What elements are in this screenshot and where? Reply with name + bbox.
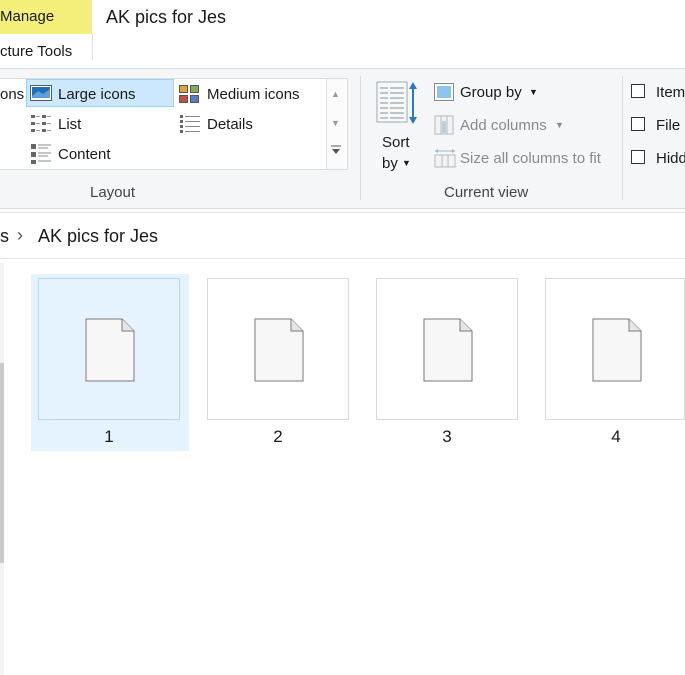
navigation-pane-scroll-thumb[interactable] — [0, 363, 4, 563]
breadcrumb-parent-partial[interactable]: s — [0, 226, 9, 247]
add-columns-button[interactable]: Add columns — [460, 117, 547, 134]
manage-tab-label[interactable]: Manage — [0, 8, 54, 25]
file-icon — [423, 318, 473, 387]
item-checkboxes-label[interactable]: Item — [656, 84, 685, 101]
picture-tools-label: cture Tools — [0, 43, 73, 60]
content-icon — [30, 143, 52, 170]
divider — [360, 76, 361, 200]
layout-group-label: Layout — [90, 184, 136, 201]
file-tile[interactable]: 1 — [38, 278, 180, 446]
gallery-more-icon[interactable] — [329, 143, 343, 161]
sort-by-label-line1[interactable]: Sort — [382, 134, 410, 151]
sort-by-dropdown-icon[interactable]: ▼ — [402, 158, 411, 168]
file-thumbnail[interactable] — [376, 278, 518, 420]
details-icon — [179, 114, 201, 139]
file-name-extensions-label[interactable]: File — [656, 117, 680, 134]
file-tile[interactable]: 4 — [545, 278, 685, 446]
window-title: AK pics for Jes — [106, 7, 227, 27]
layout-list[interactable]: List — [58, 116, 81, 133]
layout-extra-large-icons-partial[interactable]: ons — [0, 86, 24, 103]
file-thumbnail[interactable] — [207, 278, 349, 420]
layout-medium-icons[interactable]: Medium icons — [207, 86, 300, 103]
group-by-button[interactable]: Group by — [460, 84, 522, 101]
file-thumbnail[interactable] — [545, 278, 685, 420]
sort-by-label-line2[interactable]: by — [382, 155, 398, 172]
add-columns-icon — [434, 115, 454, 140]
hidden-items-label[interactable]: Hidd — [656, 150, 685, 167]
layout-details[interactable]: Details — [207, 116, 253, 133]
group-by-icon — [434, 83, 454, 106]
file-name[interactable]: 4 — [586, 427, 646, 447]
divider — [0, 258, 685, 259]
divider — [0, 212, 685, 213]
add-columns-dropdown-icon[interactable]: ▼ — [555, 120, 564, 130]
file-icon — [254, 318, 304, 387]
breadcrumb-current[interactable]: AK pics for Jes — [38, 226, 158, 247]
scroll-down-icon[interactable]: ▼ — [331, 118, 340, 128]
file-name[interactable]: 1 — [79, 427, 139, 447]
large-icons-icon — [30, 85, 52, 106]
file-name-extensions-checkbox[interactable] — [631, 117, 645, 131]
file-name[interactable]: 2 — [248, 427, 308, 447]
file-tile[interactable]: 2 — [207, 278, 349, 446]
file-icon — [85, 318, 135, 387]
hidden-items-checkbox[interactable] — [631, 150, 645, 164]
file-thumbnail[interactable] — [38, 278, 180, 420]
size-all-columns-button[interactable]: Size all columns to fit — [460, 150, 601, 167]
layout-content[interactable]: Content — [58, 146, 111, 163]
breadcrumb-chevron-icon[interactable]: › — [17, 225, 23, 246]
divider — [92, 34, 93, 60]
list-icon — [30, 114, 52, 139]
sort-by-icon — [376, 80, 418, 131]
size-columns-icon — [434, 148, 456, 173]
file-name[interactable]: 3 — [417, 427, 477, 447]
item-checkboxes-checkbox[interactable] — [631, 84, 645, 98]
layout-large-icons[interactable]: Large icons — [58, 86, 136, 103]
scroll-up-icon[interactable]: ▲ — [331, 89, 340, 99]
file-icon — [592, 318, 642, 387]
file-tile[interactable]: 3 — [376, 278, 518, 446]
current-view-group-label: Current view — [444, 184, 529, 201]
medium-icons-icon — [179, 85, 199, 108]
divider — [622, 76, 623, 200]
group-by-dropdown-icon[interactable]: ▼ — [529, 87, 538, 97]
